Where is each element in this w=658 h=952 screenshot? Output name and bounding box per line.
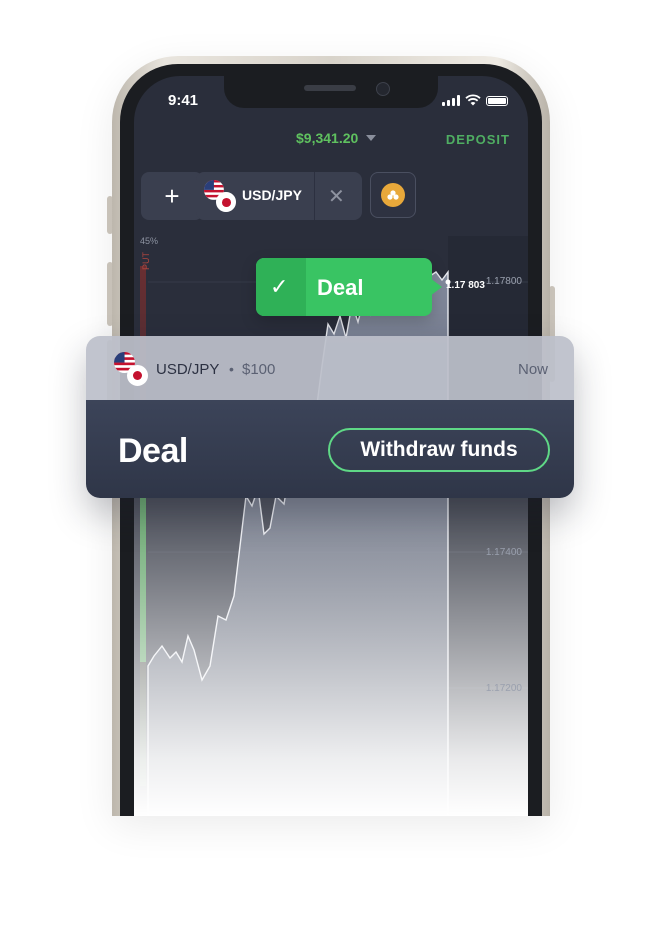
- tab-divider: [314, 172, 315, 220]
- status-icons: [442, 94, 508, 106]
- usd-jpy-flags-icon: [114, 352, 148, 386]
- deal-toast-label: Deal: [317, 275, 364, 300]
- card-amount: $100: [242, 361, 276, 378]
- withdraw-funds-button[interactable]: Withdraw funds: [328, 428, 550, 472]
- deal-toast: ✓ Deal: [256, 258, 432, 316]
- balance-amount: $9,341.20: [296, 130, 359, 146]
- wifi-icon: [465, 94, 481, 106]
- speaker-grille: [304, 85, 356, 91]
- cellular-signal-icon: [442, 95, 460, 106]
- deal-toast-pointer: [430, 278, 442, 296]
- current-price-suffix: 803: [468, 280, 485, 291]
- put-label: PUT: [141, 252, 151, 270]
- checkmark-icon: ✓: [270, 274, 289, 299]
- balance-selector[interactable]: $9,341.20: [296, 130, 377, 146]
- coins-icon: [381, 183, 405, 207]
- price-level-3: 1.17200: [485, 683, 522, 694]
- card-pair: USD/JPY: [156, 361, 220, 378]
- card-header: USD/JPY • $100 Now: [86, 336, 574, 401]
- asset-tab-label: USD/JPY: [242, 187, 302, 203]
- price-level-2: 1.17400: [485, 547, 522, 558]
- current-price: 1.17 803: [446, 280, 485, 291]
- card-title: Deal: [118, 432, 188, 470]
- add-asset-button[interactable]: +: [141, 172, 203, 220]
- card-separator: •: [229, 361, 234, 377]
- front-camera: [376, 82, 390, 96]
- put-percentage: 45%: [140, 236, 159, 246]
- close-icon[interactable]: ✕: [328, 184, 345, 209]
- battery-icon: [486, 96, 508, 106]
- trade-notification-card: USD/JPY • $100 Now Deal Withdraw funds: [86, 336, 574, 498]
- stage: 9:41 $9,341.20 DEPOSIT + USD/JPY ✕ 45% P…: [0, 0, 658, 952]
- deposit-button[interactable]: DEPOSIT: [446, 132, 510, 147]
- asset-tab-usd-jpy[interactable]: USD/JPY ✕: [196, 172, 362, 220]
- usd-jpy-flags-icon: [204, 180, 236, 212]
- card-time: Now: [517, 361, 548, 378]
- chevron-down-icon: [366, 135, 377, 141]
- promo-button[interactable]: [370, 172, 416, 218]
- jp-flag-icon: [126, 364, 148, 386]
- phone-notch: [224, 76, 438, 108]
- price-level-1: 1.17800: [485, 276, 522, 287]
- current-price-prefix: 1.17: [446, 280, 466, 291]
- status-time: 9:41: [168, 92, 199, 109]
- jp-flag-icon: [216, 192, 236, 212]
